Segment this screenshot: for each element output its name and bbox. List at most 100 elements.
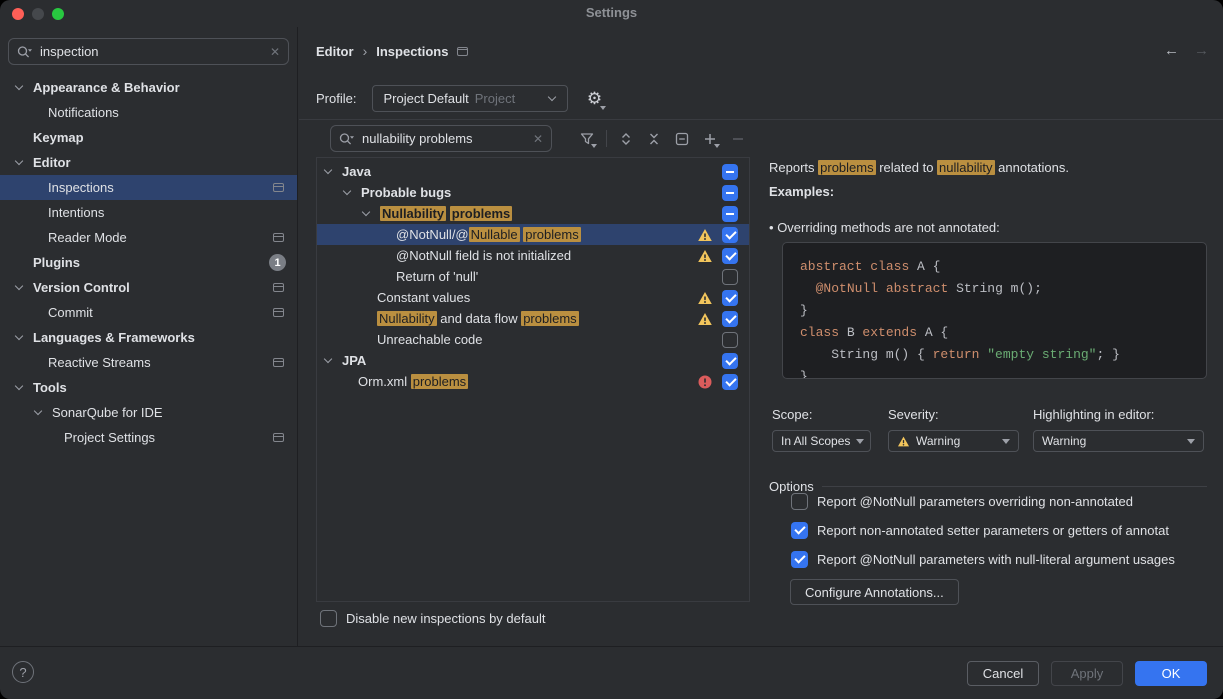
tree-row-java[interactable]: Java — [317, 161, 749, 182]
settings-search-input[interactable] — [40, 44, 263, 59]
in-editor-settings-icon — [457, 47, 468, 56]
inspections-search-field[interactable]: ✕ — [330, 125, 552, 152]
settings-search-field[interactable]: ✕ — [8, 38, 289, 65]
sidebar-item-languages-frameworks[interactable]: Languages & Frameworks — [0, 325, 297, 350]
checkbox-indeterminate[interactable] — [722, 185, 738, 201]
sidebar-item-appearance-behavior[interactable]: Appearance & Behavior — [0, 75, 297, 100]
sidebar-item-project-settings[interactable]: Project Settings — [0, 425, 297, 450]
ok-button[interactable]: OK — [1135, 661, 1207, 686]
warning-icon — [897, 435, 910, 448]
chevron-down-icon[interactable] — [342, 191, 352, 194]
sidebar-item-commit[interactable]: Commit — [0, 300, 297, 325]
inspection-description: Reports problems related to nullability … — [769, 160, 1069, 175]
disable-inspection-button[interactable] — [673, 130, 691, 148]
inspections-search-input[interactable] — [362, 131, 526, 146]
scope-dropdown[interactable]: In All Scopes — [772, 430, 871, 452]
checkbox-unchecked[interactable] — [791, 493, 808, 510]
collapse-all-button[interactable] — [645, 130, 663, 148]
sidebar-item-intentions[interactable]: Intentions — [0, 200, 297, 225]
tree-row-notnull-nullable-problems[interactable]: @NotNull/@Nullable problems — [317, 224, 749, 245]
screen: Settings ✕ Appearance & Behavior Not — [0, 0, 1223, 699]
tree-row-nullability-data-flow[interactable]: Nullability and data flow problems — [317, 308, 749, 329]
examples-label: Examples: — [769, 184, 834, 199]
sidebar-item-inspections[interactable]: Inspections — [0, 175, 297, 200]
breadcrumb-editor[interactable]: Editor — [316, 44, 354, 59]
zoom-button[interactable] — [52, 8, 64, 20]
option-report-null-literal[interactable]: Report @NotNull parameters with null-lit… — [791, 551, 1175, 568]
in-editor-settings-icon — [273, 183, 284, 192]
sidebar-item-keymap[interactable]: Keymap — [0, 125, 297, 150]
tree-row-constant-values[interactable]: Constant values — [317, 287, 749, 308]
chevron-down-icon[interactable] — [14, 161, 24, 164]
chevron-down-icon[interactable] — [323, 359, 333, 362]
checkbox-checked[interactable] — [722, 374, 738, 390]
sidebar-item-tools[interactable]: Tools — [0, 375, 297, 400]
add-inspection-button[interactable] — [701, 130, 719, 148]
tree-row-return-of-null[interactable]: Return of 'null' — [317, 266, 749, 287]
cancel-button[interactable]: Cancel — [967, 661, 1039, 686]
sidebar-item-plugins[interactable]: Plugins 1 — [0, 250, 297, 275]
severity-dropdown[interactable]: Warning — [888, 430, 1019, 452]
inspections-tree: Java Probable bugs Nullability problems … — [316, 157, 750, 602]
option-report-overriding[interactable]: Report @NotNull parameters overriding no… — [791, 493, 1133, 510]
tree-row-notnull-field[interactable]: @NotNull field is not initialized — [317, 245, 749, 266]
help-button[interactable]: ? — [12, 661, 34, 683]
sidebar-item-reactive-streams[interactable]: Reactive Streams — [0, 350, 297, 375]
dropdown-arrow-icon — [1187, 439, 1195, 444]
minimize-button[interactable] — [32, 8, 44, 20]
close-button[interactable] — [12, 8, 24, 20]
clear-search-icon[interactable]: ✕ — [270, 45, 280, 59]
configure-annotations-button[interactable]: Configure Annotations... — [790, 579, 959, 605]
checkbox-checked[interactable] — [722, 227, 738, 243]
chevron-down-icon[interactable] — [323, 170, 333, 173]
profile-settings-gear-button[interactable]: ⚙ — [583, 88, 605, 110]
chevron-down-icon[interactable] — [14, 286, 24, 289]
disable-new-inspections-row[interactable]: Disable new inspections by default — [320, 610, 545, 627]
disable-new-inspections-label: Disable new inspections by default — [346, 611, 545, 626]
search-icon — [17, 45, 33, 59]
chevron-down-icon[interactable] — [361, 212, 371, 215]
tree-row-nullability-problems-group[interactable]: Nullability problems — [317, 203, 749, 224]
sidebar-item-editor[interactable]: Editor — [0, 150, 297, 175]
checkbox-checked[interactable] — [722, 290, 738, 306]
sidebar-item-sonarqube[interactable]: SonarQube for IDE — [0, 400, 297, 425]
checkbox-indeterminate[interactable] — [722, 164, 738, 180]
warning-icon — [697, 248, 713, 264]
toolbar-separator — [606, 130, 607, 147]
tree-row-probable-bugs[interactable]: Probable bugs — [317, 182, 749, 203]
checkbox-checked[interactable] — [722, 248, 738, 264]
checkbox-indeterminate[interactable] — [722, 206, 738, 222]
checkbox-unchecked[interactable] — [320, 610, 337, 627]
filter-button[interactable] — [578, 130, 596, 148]
dropdown-arrow-icon — [856, 439, 864, 444]
breadcrumb-inspections[interactable]: Inspections — [376, 44, 448, 59]
checkbox-unchecked[interactable] — [722, 332, 738, 348]
dropdown-corner-icon — [591, 144, 597, 148]
checkbox-checked[interactable] — [722, 311, 738, 327]
warning-icon — [697, 311, 713, 327]
checkbox-checked[interactable] — [791, 522, 808, 539]
sidebar-item-version-control[interactable]: Version Control — [0, 275, 297, 300]
dropdown-corner-icon — [714, 144, 720, 148]
checkbox-checked[interactable] — [722, 353, 738, 369]
option-report-setters-getters[interactable]: Report non-annotated setter parameters o… — [791, 522, 1169, 539]
expand-all-button[interactable] — [617, 130, 635, 148]
chevron-down-icon[interactable] — [33, 411, 43, 414]
highlighting-dropdown[interactable]: Warning — [1033, 430, 1204, 452]
checkbox-checked[interactable] — [791, 551, 808, 568]
sidebar-item-reader-mode[interactable]: Reader Mode — [0, 225, 297, 250]
chevron-down-icon[interactable] — [14, 336, 24, 339]
example-bullet: • Overriding methods are not annotated: — [769, 220, 1000, 235]
tree-row-orm-xml-problems[interactable]: Orm.xml problems — [317, 371, 749, 392]
tree-row-unreachable-code[interactable]: Unreachable code — [317, 329, 749, 350]
clear-search-icon[interactable]: ✕ — [533, 132, 543, 146]
dialog-footer: ? Cancel Apply OK — [0, 646, 1223, 699]
profile-dropdown[interactable]: Project Default Project — [372, 85, 568, 112]
sidebar-item-notifications[interactable]: Notifications — [0, 100, 297, 125]
forward-arrow-icon: → — [1194, 42, 1209, 59]
back-arrow-icon[interactable]: ← — [1164, 42, 1179, 59]
chevron-down-icon[interactable] — [14, 386, 24, 389]
checkbox-unchecked[interactable] — [722, 269, 738, 285]
tree-row-jpa[interactable]: JPA — [317, 350, 749, 371]
chevron-down-icon[interactable] — [14, 86, 24, 89]
